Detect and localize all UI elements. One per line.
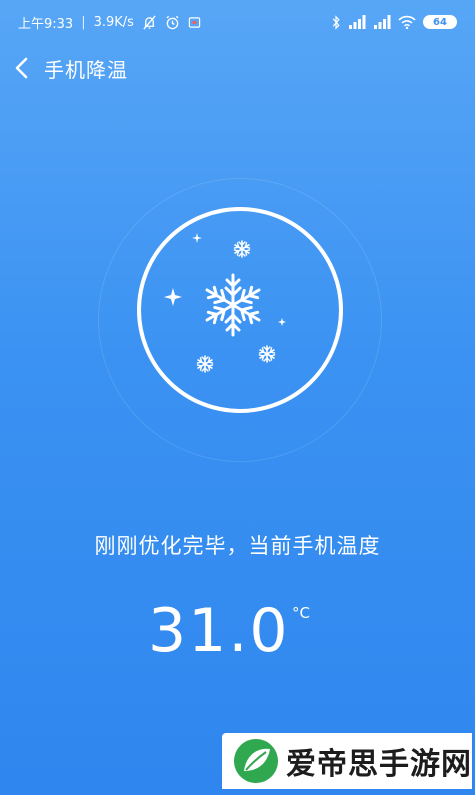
- bluetooth-icon: [331, 14, 341, 30]
- snowflake-small-icon-top: [232, 240, 252, 258]
- snowflake-graphic: [164, 233, 286, 373]
- sparkle-icon-large: [164, 288, 182, 306]
- watermark-text: 爱帝思手游网: [286, 747, 472, 782]
- snowflake-main-icon: [202, 273, 264, 337]
- back-button[interactable]: [0, 44, 44, 92]
- page-title: 手机降温: [44, 57, 128, 82]
- snowflake-small-icon-bottom: [195, 355, 215, 373]
- optimize-message: 刚刚优化完毕，当前手机温度: [94, 534, 381, 558]
- status-divider: |: [81, 14, 86, 30]
- wifi-icon: [398, 15, 416, 29]
- leaf-logo-icon: [234, 739, 278, 783]
- sparkle-icon-top: [192, 233, 202, 243]
- status-bar: 上午9:33 | 3.9K/s 64: [0, 0, 475, 44]
- temperature-value: 31.0: [148, 596, 290, 666]
- temperature-unit: °C: [292, 604, 310, 622]
- status-left: 上午9:33 | 3.9K/s: [18, 13, 201, 32]
- snowflake-small-icon-right: [257, 345, 277, 363]
- signal-icon-1: [348, 15, 366, 29]
- signal-icon-2: [373, 15, 391, 29]
- battery-icon: 64: [423, 15, 457, 29]
- nav-bar: 手机降温: [0, 44, 475, 92]
- status-right: 64: [331, 14, 457, 30]
- status-time: 上午9:33: [18, 16, 74, 32]
- alarm-icon: [165, 15, 180, 30]
- watermark-badge: 爱帝思手游网: [222, 733, 472, 789]
- network-speed: 3.9K/s: [93, 14, 134, 30]
- chevron-left-icon: [15, 57, 28, 79]
- notification-icon: [188, 16, 201, 29]
- mute-bell-icon: [142, 15, 157, 30]
- temperature-readout: 31.0 °C: [0, 596, 475, 676]
- sparkle-icon-right: [278, 318, 286, 326]
